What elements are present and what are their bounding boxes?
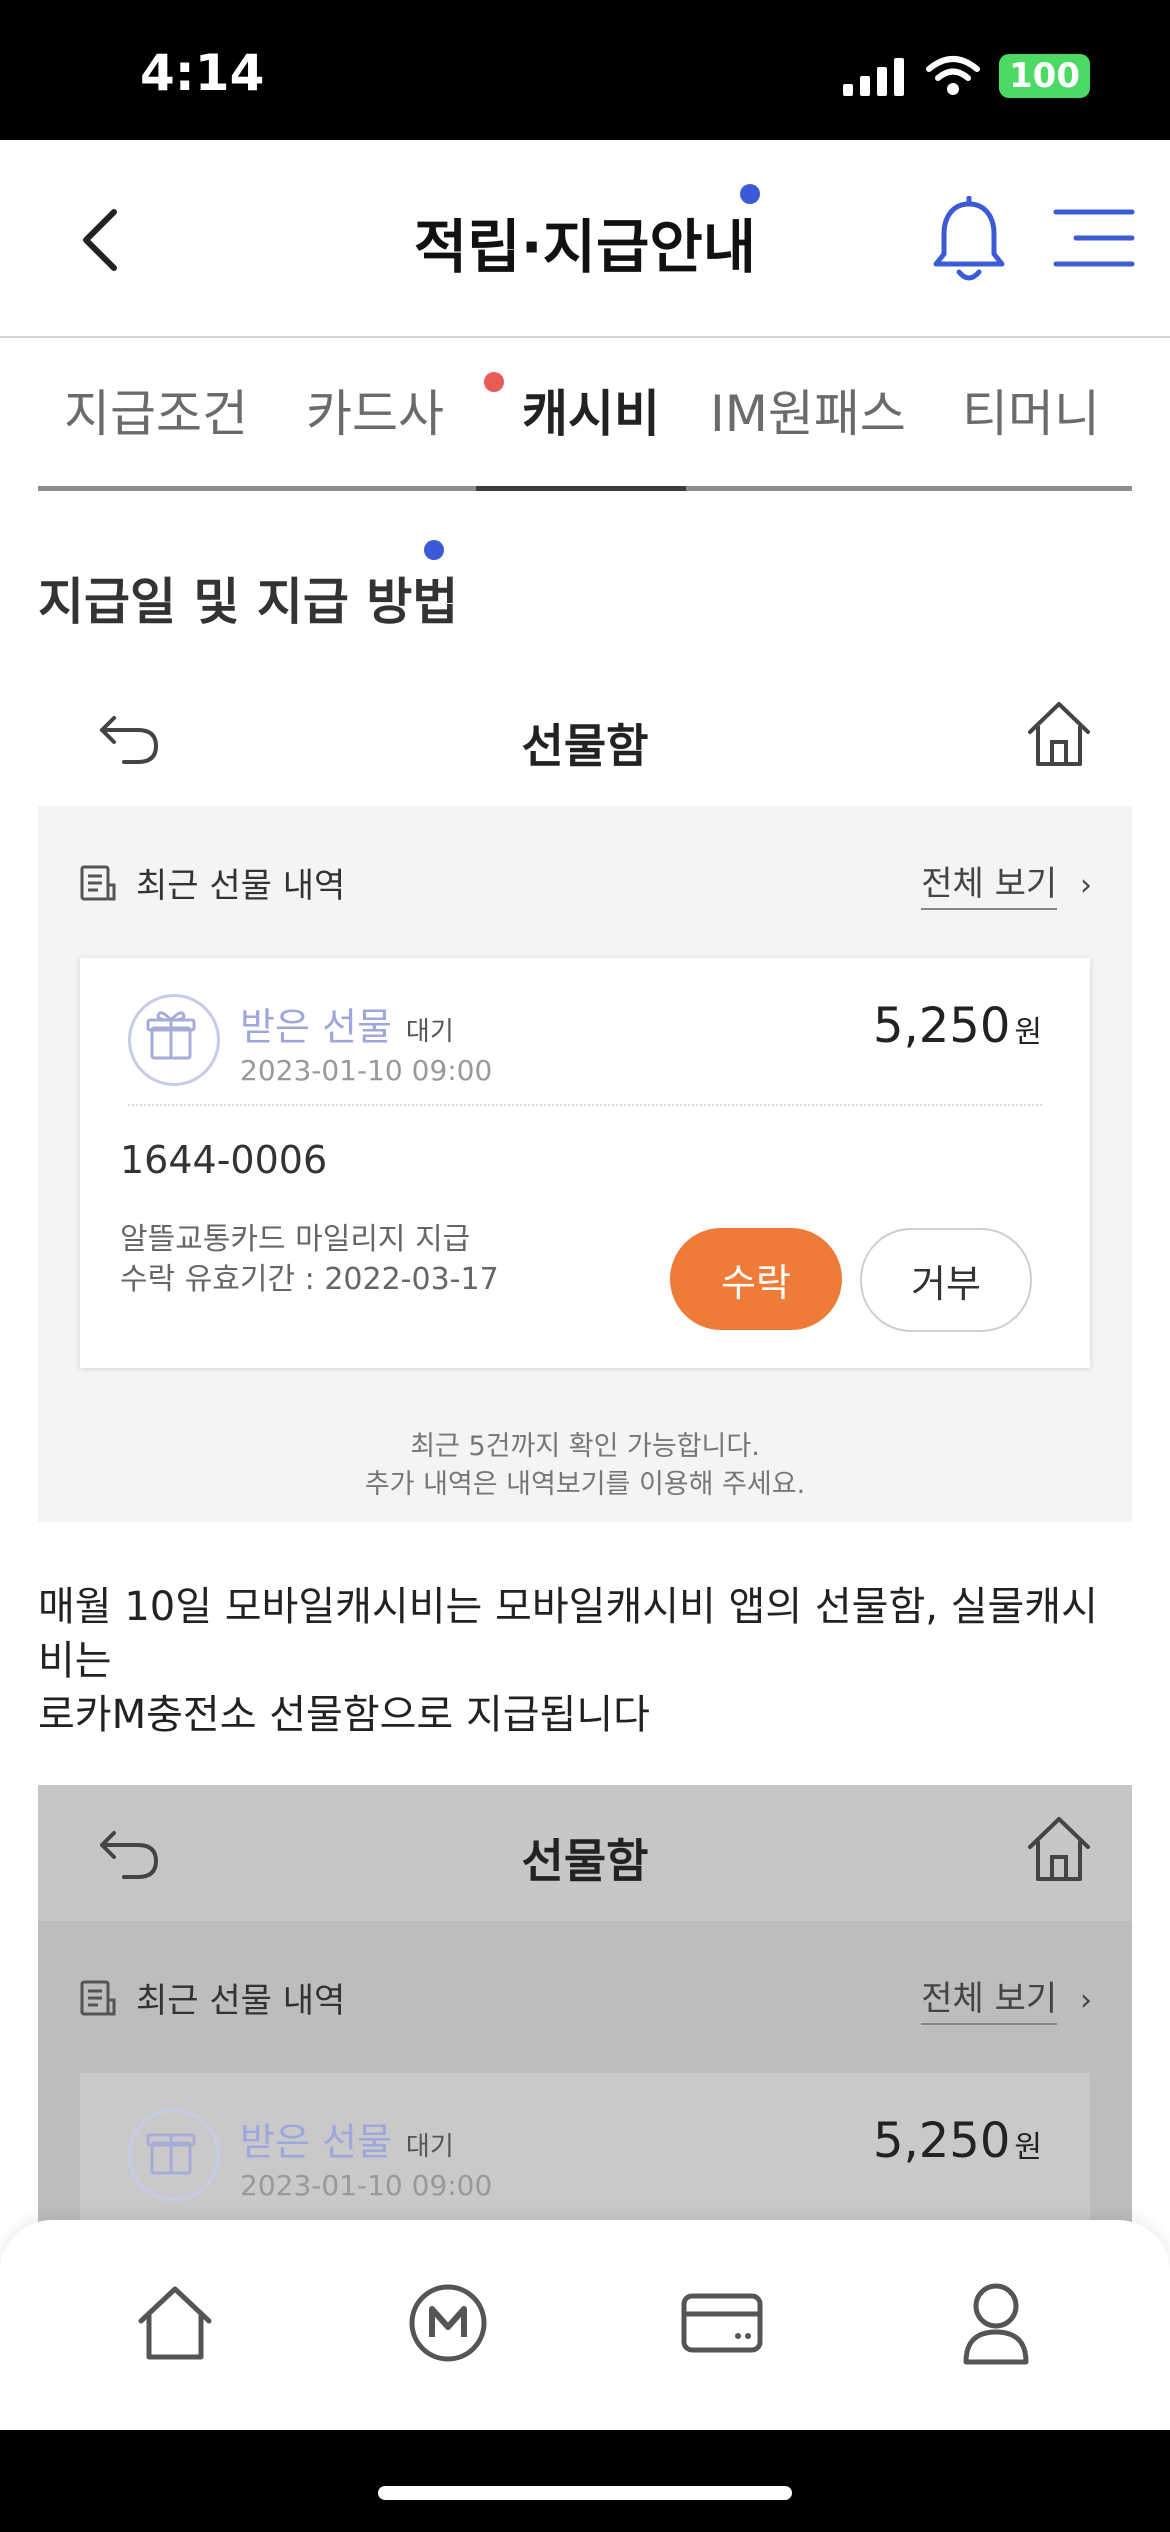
section-title: 지급일 및 지급 방법 xyxy=(38,573,459,631)
view-all-label: 전체 보기 xyxy=(921,864,1058,910)
home-icon xyxy=(138,2286,212,2360)
mock2-title: 선물함 xyxy=(521,1834,649,1888)
mock-body: 최근 선물 내역 전체 보기 › 받은 선물 대기 2023-01-10 09:… xyxy=(38,806,1132,1522)
mock2-gift-amount-unit: 원 xyxy=(1014,2130,1042,2165)
gift-sender-phone: 1644-0006 xyxy=(120,1138,328,1182)
payment-description: 매월 10일 모바일캐시비는 모바일캐시비 앱의 선물함, 실물캐시비는 로카M… xyxy=(38,1580,1132,1742)
section-notification-dot xyxy=(424,540,444,560)
mock-note: 최근 5건까지 확인 가능합니다. 추가 내역은 내역보기를 이용해 주세요. xyxy=(38,1428,1132,1504)
title-notification-dot xyxy=(740,184,760,204)
home-indicator-area xyxy=(0,2430,1170,2532)
gift-icon-circle xyxy=(128,994,220,1086)
mock2-recent-gifts-row: 최근 선물 내역 xyxy=(78,1973,345,2022)
mock2-gift-title-row: 받은 선물 대기 xyxy=(240,2111,454,2166)
nav-profile[interactable] xyxy=(936,2268,1056,2378)
gift-status: 대기 xyxy=(405,1017,454,1047)
chevron-right-icon: › xyxy=(1080,868,1092,903)
status-bar: 4:14 100 xyxy=(0,0,1170,140)
mock2-gift-status: 대기 xyxy=(405,2132,454,2162)
tab-im-onepass[interactable]: IM원패스 xyxy=(710,374,906,446)
home-indicator[interactable] xyxy=(378,2486,792,2500)
mock-header: 선물함 xyxy=(38,670,1132,806)
mock-note-line1: 최근 5건까지 확인 가능합니다. xyxy=(410,1431,760,1462)
status-time: 4:14 xyxy=(140,44,265,102)
home-outline-icon xyxy=(1028,702,1090,766)
mock2-gift-amount-row: 5,250 원 xyxy=(873,2113,1042,2169)
gift-description: 알뜰교통카드 마일리지 지급 수락 유효기간 : 2022-03-17 xyxy=(120,1220,499,1300)
bottom-nav xyxy=(0,2220,1170,2430)
tab-cashbee[interactable]: 캐시비 xyxy=(522,374,660,446)
tab-bar: 지급조건 카드사 캐시비 IM원패스 티머니 xyxy=(38,336,1132,491)
status-icons: 100 xyxy=(843,54,1090,98)
hamburger-menu-icon xyxy=(1053,209,1135,267)
mock2-view-all-link: 전체 보기 › xyxy=(921,1971,1092,2025)
gift-title: 받은 선물 xyxy=(240,1005,392,1049)
tab-tmoney[interactable]: 티머니 xyxy=(962,374,1100,446)
mock2-header: 선물함 xyxy=(38,1785,1132,1921)
battery-indicator: 100 xyxy=(999,54,1090,98)
tab-card-company[interactable]: 카드사 xyxy=(306,374,444,446)
nav-m[interactable] xyxy=(388,2268,508,2378)
payment-description-line2: 로카M충전소 선물함으로 지급됩니다 xyxy=(38,1692,650,1738)
nav-card[interactable] xyxy=(662,2268,782,2378)
header: 적립·지급안내 xyxy=(0,140,1170,338)
mock2-recent-gifts-label: 최근 선물 내역 xyxy=(136,1981,346,2021)
reject-button[interactable]: 거부 xyxy=(860,1228,1032,1332)
bell-icon xyxy=(933,195,1005,281)
recent-gifts-label: 최근 선물 내역 xyxy=(136,866,346,906)
chevron-right-icon: › xyxy=(1080,1983,1092,2018)
mock2-gift-title: 받은 선물 xyxy=(240,2120,392,2164)
gift-icon-circle xyxy=(128,2109,220,2201)
notification-button[interactable] xyxy=(930,195,1008,286)
app-screen: 적립·지급안내 지급조건 카드사 캐시비 IM원패스 티머니 지급일 및 지급 … xyxy=(0,140,1170,2430)
card-icon xyxy=(681,2293,763,2353)
mock2-view-all-label: 전체 보기 xyxy=(921,1979,1058,2025)
giftbox-screenshot: 선물함 최근 선물 내역 전체 보기 › 받은 선물 대기 2023-01-10… xyxy=(38,670,1132,1522)
active-tab-indicator xyxy=(476,486,686,491)
gift-title-row: 받은 선물 대기 xyxy=(240,996,454,1051)
profile-icon xyxy=(963,2283,1029,2365)
payment-description-line1: 매월 10일 모바일캐시비는 모바일캐시비 앱의 선물함, 실물캐시비는 xyxy=(38,1584,1098,1684)
wifi-icon xyxy=(926,56,981,95)
mock-note-line2: 추가 내역은 내역보기를 이용해 주세요. xyxy=(364,1469,806,1500)
gift-desc-line1: 알뜰교통카드 마일리지 지급 xyxy=(120,1222,471,1257)
gift-amount-row: 5,250 원 xyxy=(873,998,1042,1054)
m-logo-icon xyxy=(409,2284,487,2362)
accept-button[interactable]: 수락 xyxy=(670,1228,842,1330)
gift-divider xyxy=(128,1104,1042,1106)
mock-title: 선물함 xyxy=(521,719,649,773)
menu-button[interactable] xyxy=(1052,204,1136,272)
receipt-icon xyxy=(80,865,116,900)
gift-icon xyxy=(146,1011,196,1060)
tab-notification-dot xyxy=(484,372,504,392)
gift-amount: 5,250 xyxy=(872,998,1011,1054)
tab-payment-conditions[interactable]: 지급조건 xyxy=(64,374,248,446)
receipt-icon xyxy=(80,1980,116,2015)
mock2-gift-amount: 5,250 xyxy=(872,2113,1011,2169)
signal-icon xyxy=(843,58,905,96)
recent-gifts-row: 최근 선물 내역 xyxy=(78,858,345,907)
view-all-link[interactable]: 전체 보기 › xyxy=(921,856,1092,910)
gift-desc-line2: 수락 유효기간 : 2022-03-17 xyxy=(120,1262,499,1297)
gift-icon xyxy=(146,2133,196,2175)
gift-amount-unit: 원 xyxy=(1014,1015,1042,1050)
gift-date: 2023-01-10 09:00 xyxy=(240,1054,493,1087)
nav-home[interactable] xyxy=(115,2268,235,2378)
mock2-gift-date: 2023-01-10 09:00 xyxy=(240,2169,493,2202)
home-outline-icon xyxy=(1028,1817,1090,1881)
gift-card: 받은 선물 대기 2023-01-10 09:00 5,250 원 1644-000… xyxy=(80,958,1090,1368)
